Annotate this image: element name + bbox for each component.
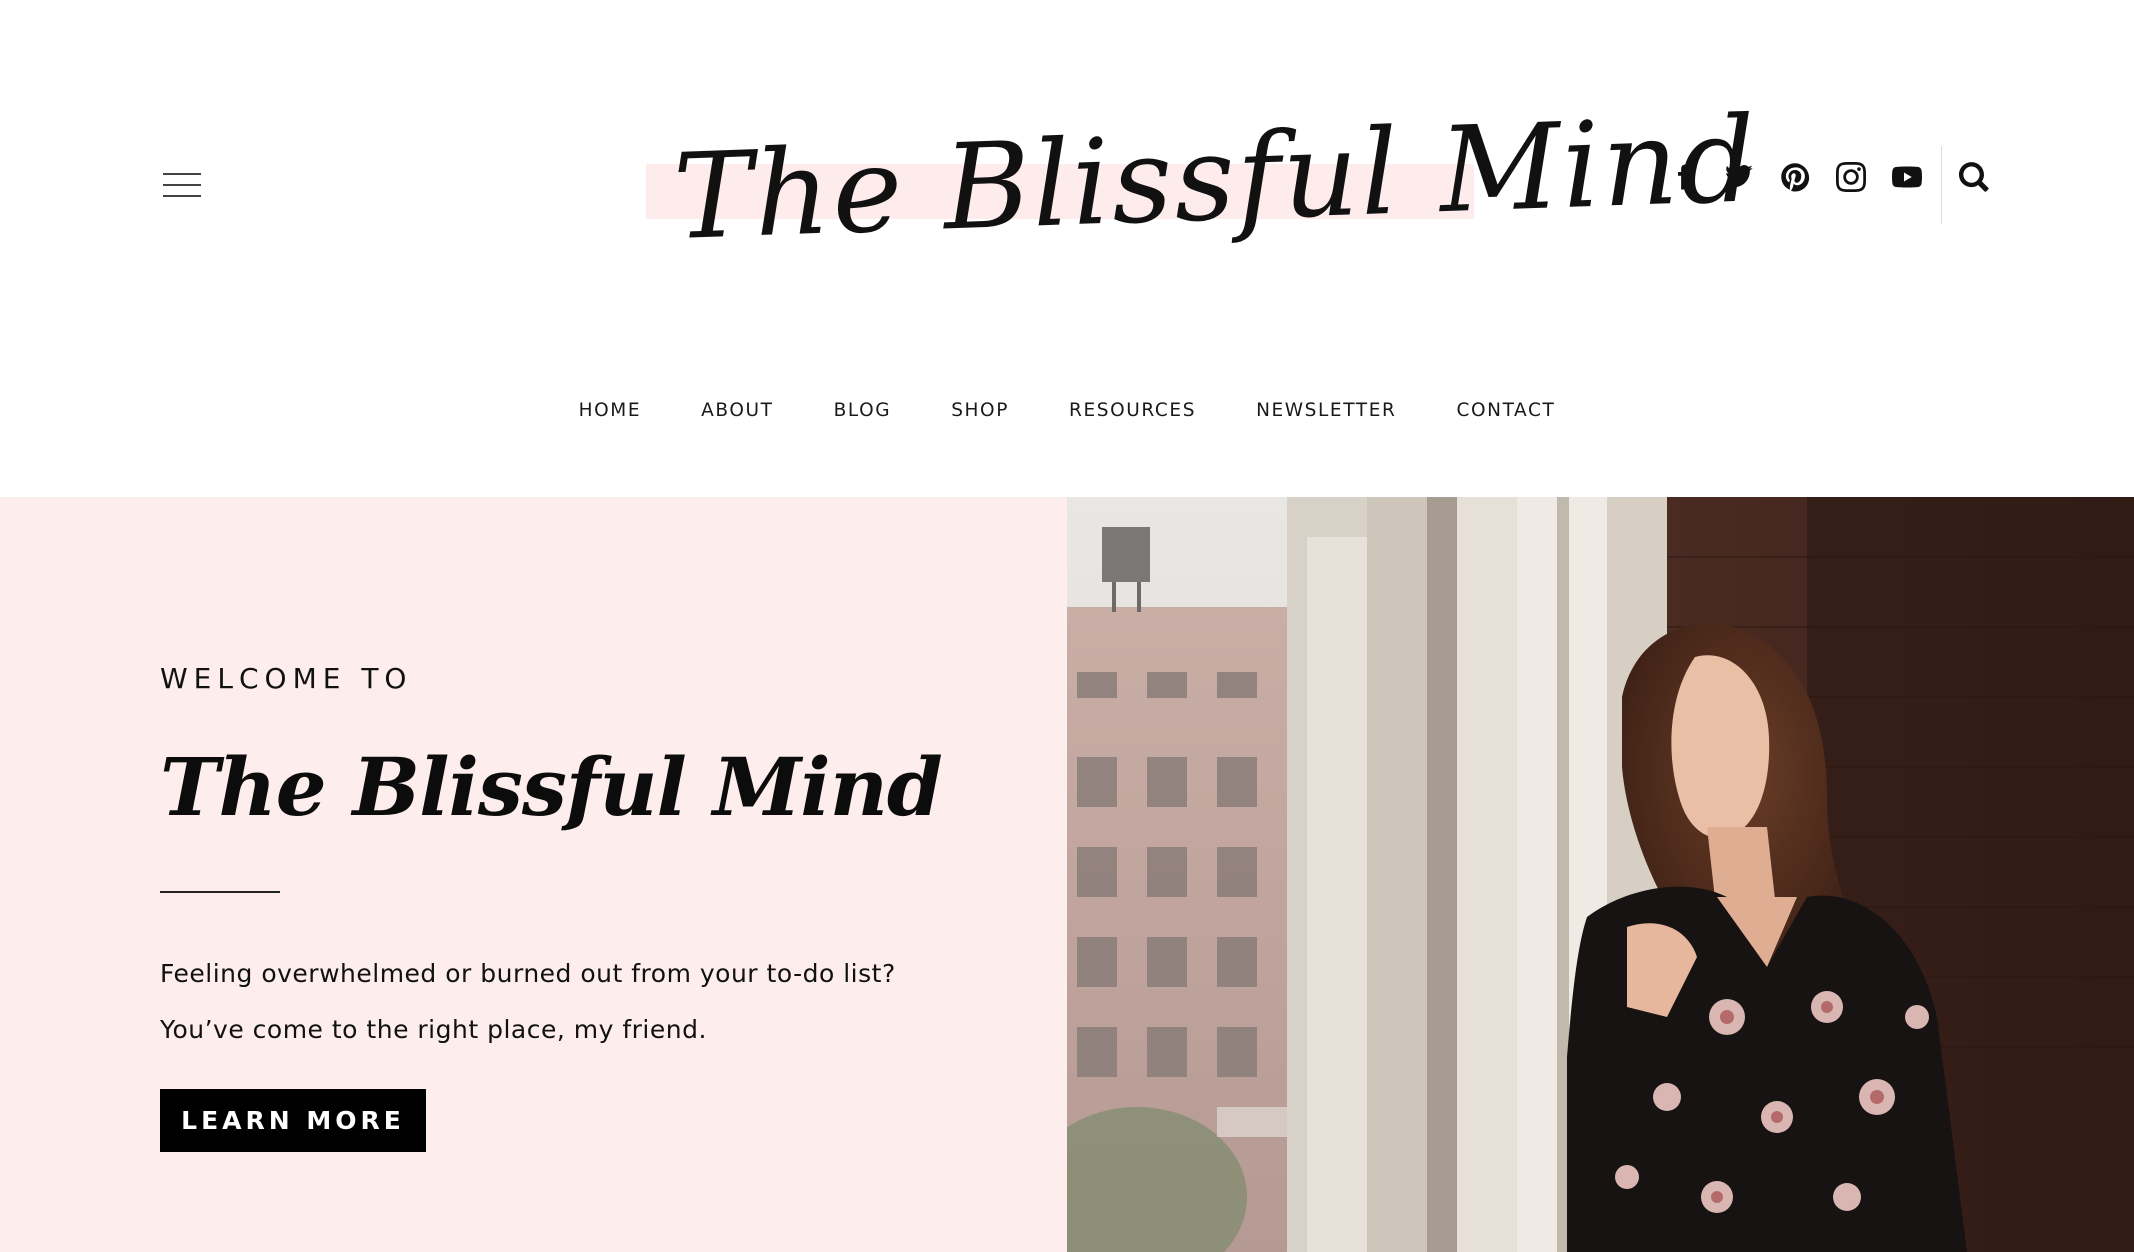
nav-item-blog[interactable]: BLOG [834,400,892,421]
hero-eyebrow: WELCOME TO [160,662,413,695]
header-divider [1941,146,1942,224]
twitter-icon[interactable] [1711,146,1767,222]
nav-item-about[interactable]: ABOUT [701,400,773,421]
nav-item-contact[interactable]: CONTACT [1456,400,1555,421]
youtube-icon[interactable] [1879,146,1935,222]
main-nav: HOME ABOUT BLOG SHOP RESOURCES NEWSLETTE… [0,400,2134,421]
site-header: The Blissful Mind HOME ABOUT BLOG SHOP R… [0,0,2134,497]
site-logo[interactable]: The Blissful Mind [646,80,1760,270]
hero-title: The Blissful Mind [160,740,943,834]
logo-script-text: The Blissful Mind [671,90,1760,266]
search-icon[interactable] [1946,146,2002,222]
svg-text:The Blissful Mind: The Blissful Mind [671,90,1760,266]
hero-divider [160,891,280,893]
nav-item-home[interactable]: HOME [579,400,642,421]
hero-line-1: Feeling overwhelmed or burned out from y… [160,959,896,988]
nav-item-newsletter[interactable]: NEWSLETTER [1256,400,1396,421]
nav-item-resources[interactable]: RESOURCES [1069,400,1196,421]
hero-line-2: You’ve come to the right place, my frien… [160,1015,707,1044]
instagram-icon[interactable] [1823,146,1879,222]
hero-text-panel: WELCOME TO The Blissful Mind Feeling ove… [0,497,1067,1252]
hamburger-line [163,173,201,175]
hamburger-line [163,195,201,197]
nav-item-shop[interactable]: SHOP [951,400,1009,421]
social-icons [1655,146,2002,224]
pinterest-icon[interactable] [1767,146,1823,222]
facebook-icon[interactable] [1655,146,1711,222]
learn-more-button[interactable]: LEARN MORE [160,1089,426,1152]
hamburger-menu-icon[interactable] [163,170,201,200]
hero-photo [1067,497,2134,1252]
hamburger-line [163,184,201,186]
woman-by-window-image [1067,497,2134,1252]
